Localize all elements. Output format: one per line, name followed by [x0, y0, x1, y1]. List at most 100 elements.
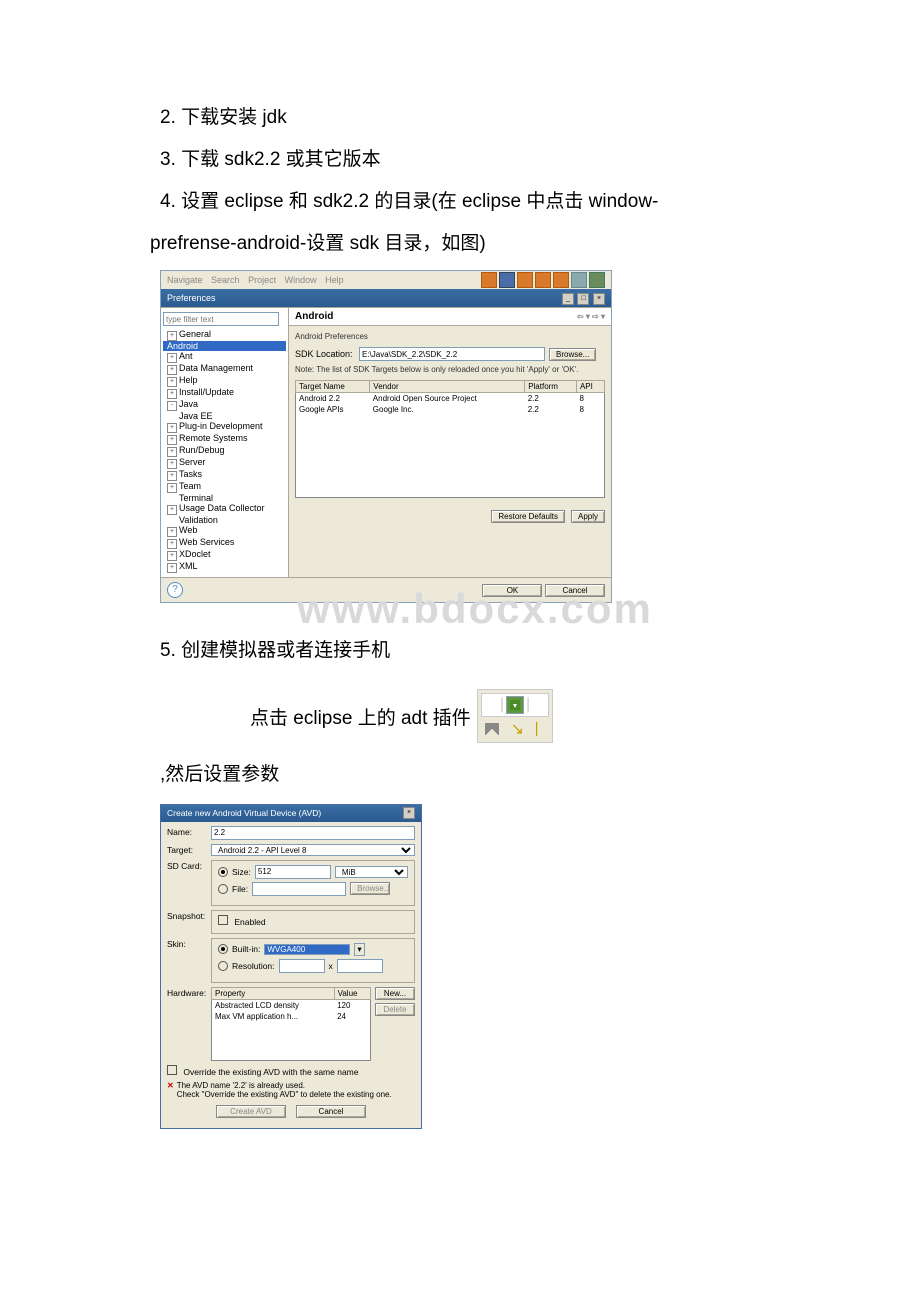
- restore-defaults-button[interactable]: Restore Defaults: [491, 510, 565, 523]
- tree-node[interactable]: +Run/Debug: [163, 445, 286, 457]
- tree-node[interactable]: +Help: [163, 375, 286, 387]
- expand-icon[interactable]: +: [167, 389, 177, 399]
- override-checkbox[interactable]: [167, 1065, 177, 1075]
- tree-node[interactable]: +XML: [163, 561, 286, 573]
- tree-label: Plug-in Development: [179, 421, 263, 431]
- res-h-input[interactable]: [337, 959, 383, 973]
- toolbar-icon[interactable]: [589, 272, 605, 288]
- delete-button[interactable]: Delete: [375, 1003, 415, 1016]
- size-unit-select[interactable]: MiB: [335, 866, 408, 878]
- error-line-2: Check "Override the existing AVD" to del…: [177, 1090, 392, 1099]
- res-w-input[interactable]: [279, 959, 325, 973]
- tree-node[interactable]: +Remote Systems: [163, 433, 286, 445]
- hw-col-value[interactable]: Value: [334, 987, 370, 999]
- toolbar-icon[interactable]: [481, 272, 497, 288]
- close-icon[interactable]: ×: [593, 293, 605, 305]
- tree-node[interactable]: Java EE: [163, 411, 286, 421]
- minimize-icon[interactable]: _: [562, 293, 574, 305]
- expand-icon[interactable]: +: [167, 377, 177, 387]
- expand-icon[interactable]: -: [167, 401, 177, 411]
- menu-navigate[interactable]: Navigate: [167, 275, 203, 285]
- maximize-icon[interactable]: □: [577, 293, 589, 305]
- expand-icon[interactable]: +: [167, 527, 177, 537]
- menu-window[interactable]: Window: [285, 275, 317, 285]
- table-row[interactable]: Abstracted LCD density 120: [212, 999, 371, 1011]
- tree-node[interactable]: -Java: [163, 399, 286, 411]
- tree-node[interactable]: +Team: [163, 481, 286, 493]
- enabled-checkbox[interactable]: [218, 915, 228, 925]
- expand-icon[interactable]: +: [167, 447, 177, 457]
- table-row[interactable]: Max VM application h... 24: [212, 1011, 371, 1022]
- expand-icon[interactable]: +: [167, 483, 177, 493]
- file-browse-button[interactable]: Browse...: [350, 882, 390, 895]
- tree-node[interactable]: +Data Management: [163, 363, 286, 375]
- tree-node[interactable]: Android: [163, 341, 286, 351]
- toolbar-icon[interactable]: [553, 272, 569, 288]
- tree-node[interactable]: +Server: [163, 457, 286, 469]
- cancel-button[interactable]: Cancel: [545, 584, 605, 597]
- apply-button[interactable]: Apply: [571, 510, 605, 523]
- menu-search[interactable]: Search: [211, 275, 240, 285]
- resolution-label: Resolution:: [232, 961, 275, 971]
- tree-node[interactable]: +XDoclet: [163, 549, 286, 561]
- builtin-radio[interactable]: [218, 944, 228, 954]
- tree-node[interactable]: Terminal: [163, 493, 286, 503]
- sdk-location-input[interactable]: [359, 347, 545, 361]
- tree-node[interactable]: +Web Services: [163, 537, 286, 549]
- size-radio[interactable]: [218, 867, 228, 877]
- target-select[interactable]: Android 2.2 - API Level 8: [211, 844, 415, 856]
- expand-icon[interactable]: +: [167, 331, 177, 341]
- tree-node[interactable]: +Usage Data Collector: [163, 503, 286, 515]
- cancel-button[interactable]: Cancel: [296, 1105, 366, 1118]
- filter-input[interactable]: [163, 312, 279, 326]
- expand-icon[interactable]: +: [167, 563, 177, 573]
- android-avd-icon[interactable]: [506, 696, 524, 714]
- dialog-title: Preferences: [167, 293, 216, 303]
- toolbar-icon[interactable]: [571, 272, 587, 288]
- tree-node[interactable]: +Plug-in Development: [163, 421, 286, 433]
- expand-icon[interactable]: +: [167, 435, 177, 445]
- toolbar-icon[interactable]: [499, 272, 515, 288]
- expand-icon[interactable]: +: [167, 551, 177, 561]
- name-input[interactable]: [211, 826, 415, 840]
- col-platform[interactable]: Platform: [525, 381, 577, 393]
- expand-icon[interactable]: +: [167, 423, 177, 433]
- file-radio[interactable]: [218, 884, 228, 894]
- menu-help[interactable]: Help: [325, 275, 344, 285]
- expand-icon[interactable]: +: [167, 353, 177, 363]
- ok-button[interactable]: OK: [482, 584, 542, 597]
- tree-node[interactable]: +Install/Update: [163, 387, 286, 399]
- expand-icon[interactable]: +: [167, 459, 177, 469]
- help-icon[interactable]: ?: [167, 582, 183, 598]
- table-row[interactable]: Android 2.2 Android Open Source Project …: [296, 393, 605, 405]
- chevron-down-icon[interactable]: ▾: [354, 943, 364, 956]
- create-avd-button[interactable]: Create AVD: [216, 1105, 286, 1118]
- expand-icon[interactable]: +: [167, 471, 177, 481]
- menu-project[interactable]: Project: [248, 275, 276, 285]
- size-input[interactable]: [255, 865, 331, 879]
- browse-button[interactable]: Browse...: [549, 348, 596, 361]
- tree-label: Android: [167, 341, 198, 351]
- toolbar-icon[interactable]: [535, 272, 551, 288]
- resolution-radio[interactable]: [218, 961, 228, 971]
- col-target-name[interactable]: Target Name: [296, 381, 370, 393]
- table-row[interactable]: Google APIs Google Inc. 2.2 8: [296, 404, 605, 415]
- res-x: x: [329, 961, 333, 971]
- toolbar-icon[interactable]: [517, 272, 533, 288]
- expand-icon[interactable]: +: [167, 539, 177, 549]
- file-input[interactable]: [252, 882, 346, 896]
- hw-col-property[interactable]: Property: [212, 987, 335, 999]
- builtin-select[interactable]: WVGA400: [264, 944, 350, 955]
- expand-icon[interactable]: +: [167, 365, 177, 375]
- tree-node[interactable]: +Web: [163, 525, 286, 537]
- expand-icon[interactable]: +: [167, 505, 177, 515]
- error-line-1: The AVD name '2.2' is already used.: [177, 1081, 305, 1090]
- tree-node[interactable]: +Ant: [163, 351, 286, 363]
- tree-node[interactable]: +General: [163, 329, 286, 341]
- tree-node[interactable]: Validation: [163, 515, 286, 525]
- new-button[interactable]: New...: [375, 987, 415, 1000]
- tree-node[interactable]: +Tasks: [163, 469, 286, 481]
- close-icon[interactable]: ×: [403, 807, 415, 819]
- col-vendor[interactable]: Vendor: [370, 381, 525, 393]
- col-api[interactable]: API: [576, 381, 604, 393]
